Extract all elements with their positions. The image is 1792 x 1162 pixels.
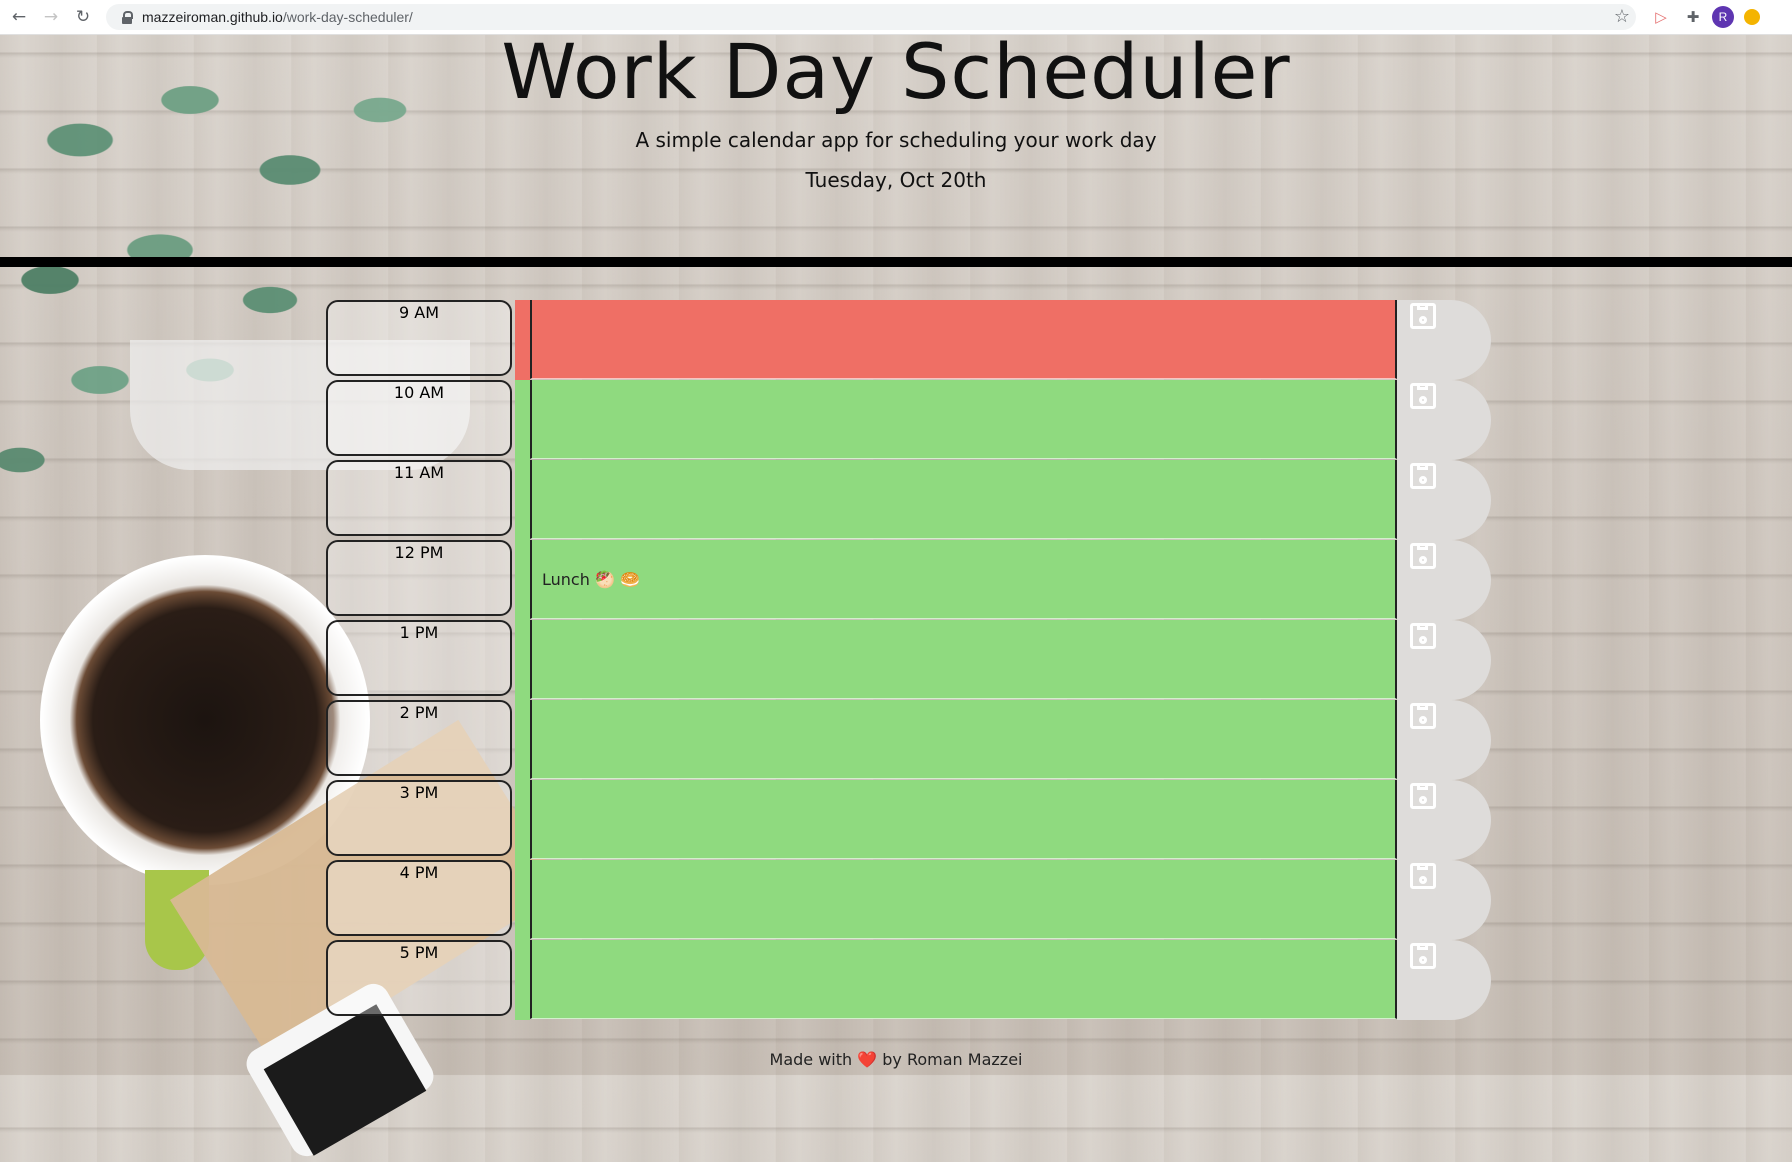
time-block-row: 2 PM [326, 700, 1491, 780]
floppy-disk-icon [1410, 703, 1436, 729]
row-gutter [515, 460, 530, 540]
floppy-disk-icon [1410, 943, 1436, 969]
extensions-puzzle-icon[interactable]: ✚ [1682, 6, 1704, 28]
event-textarea[interactable] [530, 860, 1397, 939]
save-button[interactable] [1397, 940, 1491, 1020]
row-gutter [515, 780, 530, 860]
row-gutter [515, 860, 530, 940]
save-button[interactable] [1397, 860, 1491, 940]
hour-label: 11 AM [326, 460, 512, 536]
hour-label: 3 PM [326, 780, 512, 856]
header-divider [0, 257, 1792, 267]
row-gutter [515, 940, 530, 1020]
time-block-row: 10 AM [326, 380, 1491, 460]
hour-label: 1 PM [326, 620, 512, 696]
hour-label: 5 PM [326, 940, 512, 1016]
footer-prefix: Made with [769, 1050, 853, 1069]
page-title: Work Day Scheduler [501, 27, 1291, 116]
time-block-row: 11 AM [326, 460, 1491, 540]
save-button[interactable] [1397, 700, 1491, 780]
heart-icon: ❤️ [857, 1050, 878, 1069]
time-block-row: 12 PM Lunch 🥙 🥯 [326, 540, 1491, 620]
page-subtitle: A simple calendar app for scheduling you… [635, 128, 1157, 152]
profile-avatar[interactable]: R [1712, 6, 1734, 28]
time-block-row: 3 PM [326, 780, 1491, 860]
time-block-row: 5 PM [326, 940, 1491, 1020]
hour-label: 2 PM [326, 700, 512, 776]
extension-badge-icon[interactable] [1744, 9, 1760, 25]
event-textarea[interactable] [530, 620, 1397, 699]
save-button[interactable] [1397, 780, 1491, 860]
save-button[interactable] [1397, 460, 1491, 540]
floppy-disk-icon [1410, 623, 1436, 649]
event-textarea[interactable]: Lunch 🥙 🥯 [530, 540, 1397, 619]
bookmark-star-icon[interactable]: ☆ [1614, 6, 1630, 27]
hour-label: 9 AM [326, 300, 512, 376]
hour-label: 12 PM [326, 540, 512, 616]
save-button[interactable] [1397, 300, 1491, 380]
event-textarea[interactable] [530, 700, 1397, 779]
event-textarea[interactable] [530, 940, 1397, 1019]
hour-label: 10 AM [326, 380, 512, 456]
floppy-disk-icon [1410, 863, 1436, 889]
row-gutter [515, 300, 530, 380]
row-gutter [515, 620, 530, 700]
floppy-disk-icon [1410, 303, 1436, 329]
hour-label: 4 PM [326, 860, 512, 936]
save-button[interactable] [1397, 540, 1491, 620]
event-textarea[interactable] [530, 300, 1397, 379]
event-textarea[interactable] [530, 380, 1397, 459]
save-button[interactable] [1397, 620, 1491, 700]
time-block-container: 9 AM 10 AM 11 AM 12 PM Lunch 🥙 🥯 1 PM 2 … [326, 300, 1491, 1020]
row-gutter [515, 700, 530, 780]
time-block-row: 9 AM [326, 300, 1491, 380]
floppy-disk-icon [1410, 783, 1436, 809]
row-gutter [515, 380, 530, 460]
time-block-row: 4 PM [326, 860, 1491, 940]
page-footer: Made with ❤️ by Roman Mazzei [0, 1050, 1792, 1069]
floppy-disk-icon [1410, 383, 1436, 409]
jumbotron-header: Work Day Scheduler A simple calendar app… [0, 27, 1792, 193]
floppy-disk-icon [1410, 463, 1436, 489]
floppy-disk-icon [1410, 543, 1436, 569]
cast-extension-icon[interactable]: ▷ [1650, 6, 1672, 28]
current-date: Tuesday, Oct 20th [805, 168, 987, 192]
row-gutter [515, 540, 530, 620]
time-block-row: 1 PM [326, 620, 1491, 700]
event-textarea[interactable] [530, 780, 1397, 859]
footer-author: by Roman Mazzei [882, 1050, 1023, 1069]
event-textarea[interactable] [530, 460, 1397, 539]
save-button[interactable] [1397, 380, 1491, 460]
